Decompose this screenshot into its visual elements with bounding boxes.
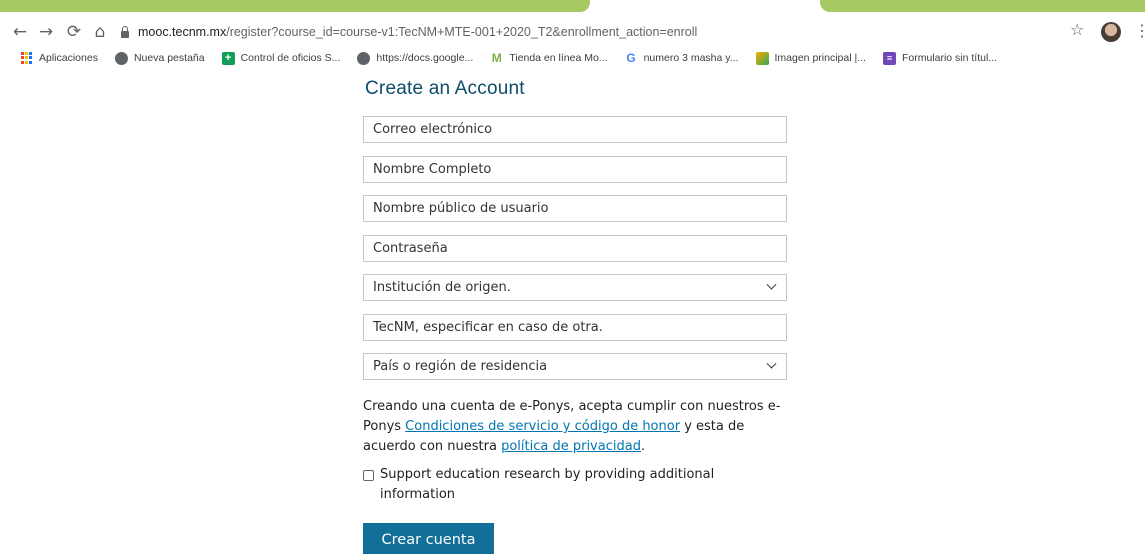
active-tab[interactable]	[0, 0, 590, 12]
research-checkbox[interactable]	[363, 470, 374, 481]
bookmark-star-icon[interactable]: ☆	[1070, 20, 1084, 39]
bookmark-control-oficios[interactable]: + Control de oficios S...	[221, 51, 341, 65]
sheets-plus-icon: +	[221, 51, 235, 65]
terms-notice: Creando una cuenta de e-Ponys, acepta cu…	[363, 397, 787, 457]
chevron-down-icon	[766, 279, 777, 290]
create-account-button[interactable]: Crear cuenta	[363, 523, 494, 554]
apps-grid-icon	[20, 51, 33, 65]
bookmark-imagen-principal[interactable]: Imagen principal |...	[755, 51, 866, 65]
url-path: /register?course_id=course-v1:TecNM+MTE-…	[226, 25, 698, 39]
fullname-field[interactable]: Nombre Completo	[363, 156, 787, 183]
globe-icon	[114, 51, 128, 65]
terms-text: .	[640, 439, 646, 454]
email-placeholder: Correo electrónico	[373, 122, 493, 137]
privacy-policy-link[interactable]: política de privacidad	[501, 439, 641, 454]
bookmark-label: Formulario sin títul...	[901, 52, 998, 64]
browser-toolbar: ← → ⟳ ⌂ mooc.tecnm.mx/register?course_id…	[0, 17, 1145, 47]
fullname-placeholder: Nombre Completo	[373, 162, 492, 177]
store-logo-icon: M	[491, 51, 502, 65]
other-institution-field[interactable]: TecNM, especificar en caso de otra.	[363, 314, 787, 341]
reload-icon[interactable]: ⟳	[63, 20, 85, 44]
chevron-down-icon	[766, 358, 777, 369]
image-icon	[755, 51, 769, 65]
bookmark-label: numero 3 masha y...	[643, 52, 739, 64]
tab-strip	[0, 0, 1145, 14]
research-consent: Support education research by providing …	[363, 465, 787, 505]
back-arrow-icon[interactable]: ←	[9, 20, 31, 44]
password-placeholder: Contraseña	[373, 241, 448, 256]
address-bar[interactable]: mooc.tecnm.mx/register?course_id=course-…	[120, 19, 1080, 45]
bookmark-label: Tienda en línea Mo...	[509, 52, 608, 64]
lock-icon	[120, 26, 130, 38]
username-placeholder: Nombre público de usuario	[373, 201, 549, 216]
home-icon[interactable]: ⌂	[89, 20, 111, 44]
inactive-tab[interactable]	[820, 0, 1145, 12]
terms-of-service-link[interactable]: Condiciones de servicio y código de hono…	[405, 419, 680, 434]
bookmark-formulario[interactable]: ≡ Formulario sin títul...	[882, 51, 998, 65]
country-select[interactable]: País o región de residencia	[363, 353, 787, 380]
url-text[interactable]: mooc.tecnm.mx/register?course_id=course-…	[138, 25, 697, 39]
forward-arrow-icon[interactable]: →	[35, 20, 57, 44]
bookmark-numero-3[interactable]: G numero 3 masha y...	[625, 51, 739, 65]
email-field[interactable]: Correo electrónico	[363, 116, 787, 143]
bookmark-label: Imagen principal |...	[774, 52, 866, 64]
bookmark-tienda-en-linea[interactable]: M Tienda en línea Mo...	[490, 51, 608, 65]
institution-selected-value: Institución de origen.	[373, 280, 511, 295]
globe-icon	[357, 51, 371, 65]
url-host: mooc.tecnm.mx	[138, 25, 227, 39]
menu-kebab-icon[interactable]: ⋮	[1134, 21, 1145, 40]
forms-icon: ≡	[882, 51, 896, 65]
bookmark-label: Control de oficios S...	[240, 52, 341, 64]
profile-avatar[interactable]	[1101, 22, 1121, 42]
country-selected-value: País o región de residencia	[373, 359, 548, 374]
institution-select[interactable]: Institución de origen.	[363, 274, 787, 301]
bookmark-label: https://docs.google...	[376, 52, 474, 64]
other-institution-placeholder: TecNM, especificar en caso de otra.	[373, 320, 603, 335]
bookmarks-bar: Aplicaciones Nueva pestaña + Control de …	[0, 48, 1145, 68]
google-g-icon: G	[626, 51, 636, 65]
research-label[interactable]: Support education research by providing …	[380, 465, 787, 505]
bookmark-docs-google[interactable]: https://docs.google...	[357, 51, 474, 65]
registration-form: Create an Account Correo electrónico Nom…	[363, 78, 787, 554]
bookmark-label: Nueva pestaña	[133, 52, 205, 64]
bookmark-label: Aplicaciones	[39, 52, 98, 64]
password-field[interactable]: Contraseña	[363, 235, 787, 262]
bookmark-nueva-pestana[interactable]: Nueva pestaña	[114, 51, 205, 65]
bookmark-aplicaciones[interactable]: Aplicaciones	[20, 51, 98, 65]
page-title: Create an Account	[365, 78, 525, 99]
username-field[interactable]: Nombre público de usuario	[363, 195, 787, 222]
